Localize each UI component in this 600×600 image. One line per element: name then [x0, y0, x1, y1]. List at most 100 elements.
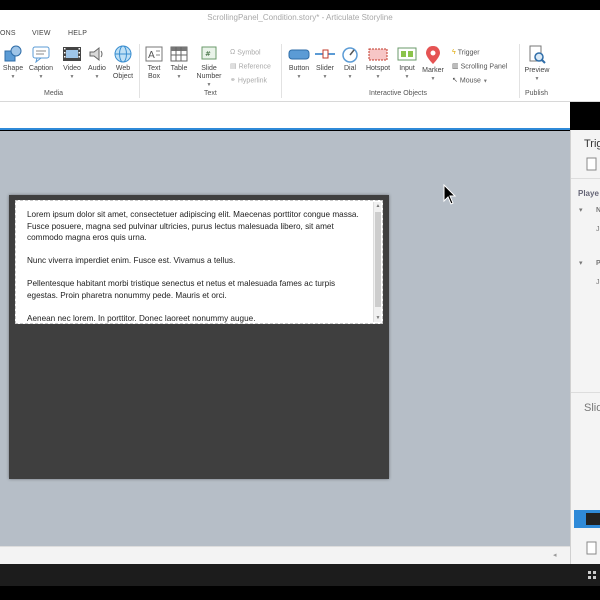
scrolling-panel-label: Scrolling Panel [460, 63, 508, 71]
video-label: Video [63, 65, 81, 72]
divider [571, 178, 600, 179]
preview-label: Preview [524, 67, 550, 74]
paragraph: Nunc viverra imperdiet enim. Fusce est. … [27, 256, 236, 265]
new-trigger-icon[interactable] [586, 157, 598, 171]
trigger-label: Trigger [457, 49, 480, 57]
tab-view[interactable]: VIEW [32, 30, 51, 37]
new-layer-icon[interactable] [586, 541, 598, 555]
selected-layer[interactable] [574, 510, 600, 528]
slide-layers-heading: Slid [584, 402, 600, 414]
scrollbar-thumb[interactable] [375, 212, 381, 307]
button-label: Button [288, 65, 310, 72]
trigger-row[interactable]: Ju [596, 279, 600, 286]
chevron-down-icon: ▼ [322, 74, 328, 80]
tab-help[interactable]: HELP [68, 30, 87, 37]
group-separator [281, 44, 282, 98]
panel-scrollbar[interactable]: ▲ ▼ [373, 202, 381, 322]
trigger-button[interactable]: ϟ Trigger [452, 47, 480, 58]
slide-number-label: Slide Number [196, 65, 222, 80]
group-separator [519, 44, 520, 98]
publish-group-label: Publish [525, 90, 548, 97]
collapse-arrow-icon[interactable]: ▾ [579, 206, 583, 214]
bottom-black-strip [0, 586, 600, 600]
mouse-button[interactable]: ↖ Mouse ▼ [452, 75, 488, 86]
top-black-strip [0, 0, 600, 10]
paragraph: Aenean nec lorem. In porttitor. Donec la… [27, 313, 256, 323]
status-bar [0, 564, 600, 586]
chevron-down-icon: ▼ [430, 76, 436, 82]
preview-button[interactable]: Preview ▼ [522, 45, 552, 83]
table-icon [170, 46, 188, 62]
link-icon: ⚭ [230, 77, 236, 84]
slide-number-icon: # [201, 46, 217, 60]
slider-button[interactable]: Slider ▼ [314, 45, 336, 81]
slide-number-button[interactable]: # Slide Number ▼ [192, 45, 226, 89]
canvas-horizontal-scrollbar[interactable]: ◂ [0, 546, 570, 564]
symbol-button[interactable]: Ω Symbol [230, 47, 261, 58]
chevron-down-icon: ▼ [69, 74, 75, 80]
collapse-arrow-icon[interactable]: ▾ [579, 259, 583, 267]
slider-label: Slider [316, 65, 334, 72]
scroll-up-arrow-icon[interactable]: ▲ [374, 202, 382, 210]
tab-animations[interactable]: ONS [0, 30, 16, 37]
trigger-row[interactable]: Ju [596, 226, 600, 233]
ribbon-tabs: ONS VIEW HELP [0, 26, 600, 40]
scroll-down-arrow-icon[interactable]: ▼ [374, 314, 382, 322]
audio-button[interactable]: Audio ▼ [86, 45, 108, 81]
shape-label: Shape [2, 65, 24, 72]
scrolling-panel-button[interactable]: ▥ Scrolling Panel [452, 61, 507, 72]
preview-icon [529, 45, 546, 64]
triggers-panel[interactable]: Trig Playe ▾ N Ju ▾ P Ju Slid [570, 130, 600, 564]
reference-button[interactable]: ▤ Reference [230, 61, 271, 72]
input-icon [397, 47, 417, 61]
hyperlink-button[interactable]: ⚭ Hyperlink [230, 75, 267, 86]
paragraph: Lorem ipsum dolor sit amet, consectetuer… [27, 210, 359, 242]
trigger-group-label: P [596, 260, 600, 267]
chevron-down-icon: ▼ [534, 76, 540, 82]
dial-icon [342, 47, 358, 63]
text-box-button[interactable]: A Text Box [143, 45, 165, 81]
table-button[interactable]: Table ▼ [168, 45, 190, 81]
video-button[interactable]: Video ▼ [60, 45, 84, 81]
reference-label: Reference [238, 63, 271, 71]
hotspot-label: Hotspot [365, 65, 391, 72]
marker-button[interactable]: Marker ▼ [420, 45, 446, 83]
web-object-button[interactable]: Web Object [110, 45, 136, 81]
chevron-down-icon: ▼ [375, 74, 381, 80]
omega-icon: Ω [230, 49, 236, 56]
audio-label: Audio [88, 65, 106, 72]
text-box-icon: A [145, 46, 163, 62]
hotspot-button[interactable]: Hotspot ▼ [363, 45, 393, 81]
svg-text:#: # [205, 50, 211, 58]
mouse-label: Mouse [459, 77, 481, 85]
chevron-down-icon: ▼ [404, 74, 410, 80]
caption-button[interactable]: Caption ▼ [26, 45, 56, 81]
speaker-icon [89, 46, 103, 62]
input-button[interactable]: Input ▼ [395, 45, 419, 81]
reference-icon: ▤ [230, 63, 237, 70]
video-icon [63, 47, 81, 61]
window-title: ScrollingPanel_Condition.story* - Articu… [207, 13, 393, 22]
scroll-panel-icon: ▥ [452, 63, 459, 70]
web-object-label: Web Object [112, 65, 134, 80]
dial-button[interactable]: Dial ▼ [339, 45, 361, 81]
scrolling-panel[interactable]: Lorem ipsum dolor sit amet, consectetuer… [15, 200, 383, 324]
slider-icon [315, 49, 335, 59]
shape-icon [4, 45, 22, 62]
lightning-icon: ϟ [452, 49, 456, 56]
trigger-group-label: N [596, 207, 600, 214]
marker-label: Marker [422, 67, 444, 74]
chevron-down-icon: ▼ [296, 74, 302, 80]
button-button[interactable]: Button ▼ [285, 45, 313, 81]
grid-view-icon[interactable] [588, 571, 598, 579]
map-pin-icon [426, 46, 440, 64]
slide-tab-strip [0, 102, 570, 130]
scrolling-panel-text[interactable]: Lorem ipsum dolor sit amet, consectetuer… [27, 209, 367, 323]
hyperlink-label: Hyperlink [237, 77, 268, 85]
chevron-down-icon: ▼ [482, 78, 488, 85]
table-label: Table [170, 65, 188, 72]
mouse-cursor-icon [443, 184, 457, 205]
scroll-right-arrow-icon[interactable]: ◂ [553, 551, 557, 559]
shape-button[interactable]: Shape ▼ [2, 45, 24, 81]
chevron-down-icon: ▼ [206, 82, 212, 88]
